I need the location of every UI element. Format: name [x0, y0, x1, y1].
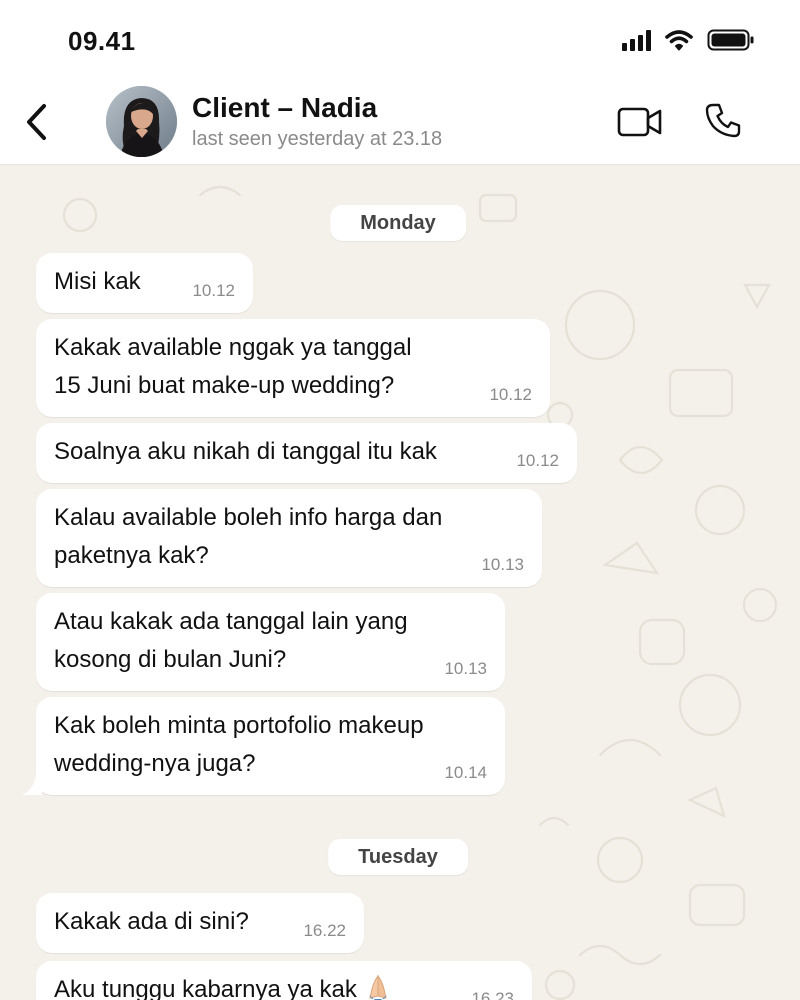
chevron-left-icon — [27, 104, 46, 140]
date-separator-tuesday: Tuesday — [328, 839, 468, 875]
message-text: Kakak ada di sini? — [54, 908, 249, 935]
message-bubble[interactable]: Kak boleh minta portofolio makeup weddin… — [22, 697, 505, 795]
wifi-icon — [665, 30, 693, 51]
folded-hands-emoji — [368, 974, 387, 1000]
back-button[interactable] — [14, 98, 58, 146]
chat-screen: 09.41 Client – Nadia last seen yesterday… — [0, 0, 800, 1000]
bubble-tail — [22, 775, 42, 795]
chat-area[interactable]: Monday Misi kak 10.12 Kakak available ng… — [0, 165, 800, 1000]
phone-icon — [705, 103, 741, 138]
contact-photo — [106, 86, 177, 157]
message-time: 10.13 — [444, 659, 487, 678]
message-time: 10.12 — [516, 451, 559, 470]
message-text: Kak boleh minta portofolio makeup weddin… — [54, 712, 424, 777]
message-text: Soalnya aku nikah di tanggal itu kak — [54, 438, 437, 465]
video-call-button[interactable] — [614, 100, 666, 144]
message-time: 16.22 — [303, 921, 346, 940]
message-bubble[interactable]: Kakak ada di sini? 16.22 — [36, 893, 364, 953]
status-time: 09.41 — [68, 26, 136, 56]
message-time: 10.13 — [481, 555, 524, 574]
message-text-content: Aku tunggu kabarnya ya kak — [54, 976, 357, 1000]
battery-icon — [707, 29, 754, 51]
message-bubble[interactable]: Kalau available boleh info harga dan pak… — [36, 489, 542, 587]
message-bubble[interactable]: Soalnya aku nikah di tanggal itu kak 10.… — [36, 423, 577, 483]
message-bubble[interactable]: Aku tunggu kabarnya ya kak 16.23 — [36, 961, 532, 1000]
message-time: 16.23 — [471, 989, 514, 1000]
status-bar: 09.41 — [0, 0, 800, 80]
contact-name[interactable]: Client – Nadia — [192, 92, 377, 124]
message-time: 10.12 — [489, 385, 532, 404]
video-camera-icon — [617, 107, 662, 137]
message-text: Kakak available nggak ya tanggal 15 Juni… — [54, 334, 412, 399]
chat-header: Client – Nadia last seen yesterday at 23… — [0, 80, 800, 165]
message-time: 10.14 — [444, 763, 487, 782]
avatar[interactable] — [106, 86, 177, 157]
message-text: Aku tunggu kabarnya ya kak — [54, 971, 514, 1000]
message-bubble[interactable]: Atau kakak ada tanggal lain yang kosong … — [36, 593, 505, 691]
cellular-signal-icon — [622, 29, 651, 51]
message-text: Kalau available boleh info harga dan pak… — [54, 504, 443, 569]
last-seen-status: last seen yesterday at 23.18 — [192, 128, 443, 150]
message-bubble[interactable]: Misi kak 10.12 — [36, 253, 253, 313]
status-icons — [622, 28, 755, 52]
message-bubble[interactable]: Kakak available nggak ya tanggal 15 Juni… — [36, 319, 550, 417]
date-separator-monday: Monday — [330, 205, 466, 241]
voice-call-button[interactable] — [700, 98, 746, 144]
message-time: 10.12 — [192, 281, 235, 300]
message-text: Atau kakak ada tanggal lain yang kosong … — [54, 608, 408, 673]
